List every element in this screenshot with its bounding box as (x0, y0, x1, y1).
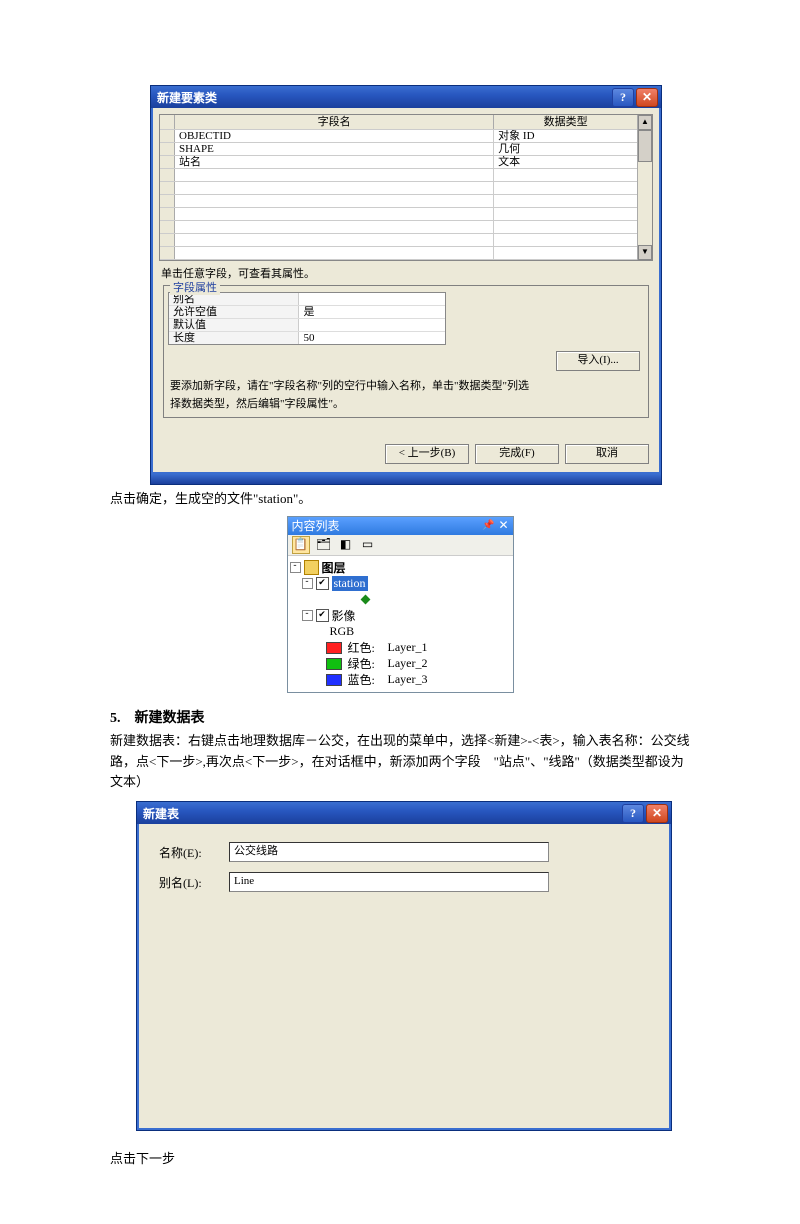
field-properties-group: 字段属性 别名 允许空值是 默认值 长度50 导入(I)... 要添加新字段，请… (163, 285, 649, 418)
close-icon[interactable]: ✕ (498, 518, 508, 533)
table-row[interactable] (160, 247, 638, 260)
red-color-icon (326, 642, 342, 654)
dialog2-titlebar[interactable]: 新建表 ? ✕ (137, 802, 671, 824)
table-row[interactable] (160, 195, 638, 208)
cancel-button[interactable]: 取消 (565, 444, 649, 464)
table-row[interactable] (160, 234, 638, 247)
instruction-line1: 要添加新字段，请在"字段名称"列的空行中输入名称，单击"数据类型"列选 (170, 377, 644, 393)
prose-after-dialog2: 点击下一步 (110, 1149, 690, 1170)
dialog1-titlebar[interactable]: 新建要素类 ? ✕ (151, 86, 661, 108)
station-layer-label[interactable]: station (332, 576, 368, 591)
rgb-label: RGB (330, 624, 355, 639)
section-5-heading: 5. 新建数据表 (110, 707, 690, 727)
scroll-thumb[interactable] (638, 130, 652, 162)
back-button[interactable]: < 上一步(B) (385, 444, 469, 464)
collapse-icon[interactable]: - (302, 610, 313, 621)
new-table-dialog: 新建表 ? ✕ 名称(E): 公交线路 别名(L): Line (136, 801, 672, 1131)
toc-tree: - 图层 - ✔ station - ✔ 影像 RGB 红色:Layer_1 绿… (288, 556, 513, 692)
row-click-hint: 单击任意字段，可查看其属性。 (161, 265, 653, 281)
dialog2-title: 新建表 (143, 805, 179, 822)
list-by-drawing-icon[interactable]: 📋 (292, 536, 310, 554)
alias-input[interactable]: Line (229, 872, 549, 892)
group-legend: 字段属性 (170, 279, 220, 295)
name-input[interactable]: 公交线路 (229, 842, 549, 862)
station-symbol-icon[interactable] (360, 595, 370, 605)
layers-icon[interactable]: ◧ (338, 537, 354, 553)
toc-titlebar[interactable]: 内容列表 📌 ✕ (288, 517, 513, 535)
help-icon[interactable]: ? (612, 88, 634, 107)
collapse-icon[interactable]: - (302, 578, 313, 589)
alias-label: 别名(L): (159, 874, 229, 891)
name-label: 名称(E): (159, 844, 229, 861)
scroll-up-icon[interactable]: ▲ (638, 115, 652, 130)
import-button[interactable]: 导入(I)... (556, 351, 640, 371)
new-feature-class-dialog: 新建要素类 ? ✕ ▲ ▼ 字段名 数据类型 OBJECTID对象 ID SHA… (150, 85, 662, 485)
table-row[interactable] (160, 182, 638, 195)
close-icon[interactable]: ✕ (646, 804, 668, 823)
database-icon[interactable]: 🗂 (316, 537, 332, 553)
prose-after-dialog1: 点击确定，生成空的文件"station"。 (110, 489, 690, 510)
table-row[interactable] (160, 208, 638, 221)
section-5-body: 新建数据表：右键点击地理数据库－公交，在出现的菜单中，选择<新建>-<表>，输入… (110, 731, 690, 793)
image-checkbox[interactable]: ✔ (316, 609, 329, 622)
grid-col-datatype: 数据类型 (494, 115, 638, 129)
grid-col-fieldname: 字段名 (175, 115, 494, 129)
grid-scrollbar[interactable]: ▲ ▼ (637, 115, 652, 260)
layers-root-label[interactable]: 图层 (322, 559, 346, 576)
fields-grid[interactable]: ▲ ▼ 字段名 数据类型 OBJECTID对象 ID SHAPE几何 站名文本 (159, 114, 653, 261)
instruction-line2: 择数据类型，然后编辑"字段属性"。 (170, 395, 644, 411)
table-row[interactable]: OBJECTID对象 ID (160, 130, 638, 143)
options-icon[interactable]: ▭ (360, 537, 376, 553)
table-row[interactable] (160, 221, 638, 234)
dialog1-title: 新建要素类 (157, 89, 217, 106)
green-color-icon (326, 658, 342, 670)
help-icon[interactable]: ? (622, 804, 644, 823)
collapse-icon[interactable]: - (290, 562, 301, 573)
properties-table[interactable]: 别名 允许空值是 默认值 长度50 (168, 292, 446, 345)
layers-root-icon (304, 560, 319, 575)
table-row[interactable]: SHAPE几何 (160, 143, 638, 156)
pin-icon[interactable]: 📌 (482, 520, 494, 531)
close-icon[interactable]: ✕ (636, 88, 658, 107)
toc-title: 内容列表 (292, 517, 340, 534)
finish-button[interactable]: 完成(F) (475, 444, 559, 464)
toc-panel: 内容列表 📌 ✕ 📋 🗂 ◧ ▭ - 图层 - ✔ station (287, 516, 514, 693)
image-layer-label[interactable]: 影像 (332, 607, 356, 624)
toc-toolbar: 📋 🗂 ◧ ▭ (288, 535, 513, 556)
table-row[interactable]: 站名文本 (160, 156, 638, 169)
table-row[interactable] (160, 169, 638, 182)
blue-color-icon (326, 674, 342, 686)
station-checkbox[interactable]: ✔ (316, 577, 329, 590)
scroll-down-icon[interactable]: ▼ (638, 245, 652, 260)
